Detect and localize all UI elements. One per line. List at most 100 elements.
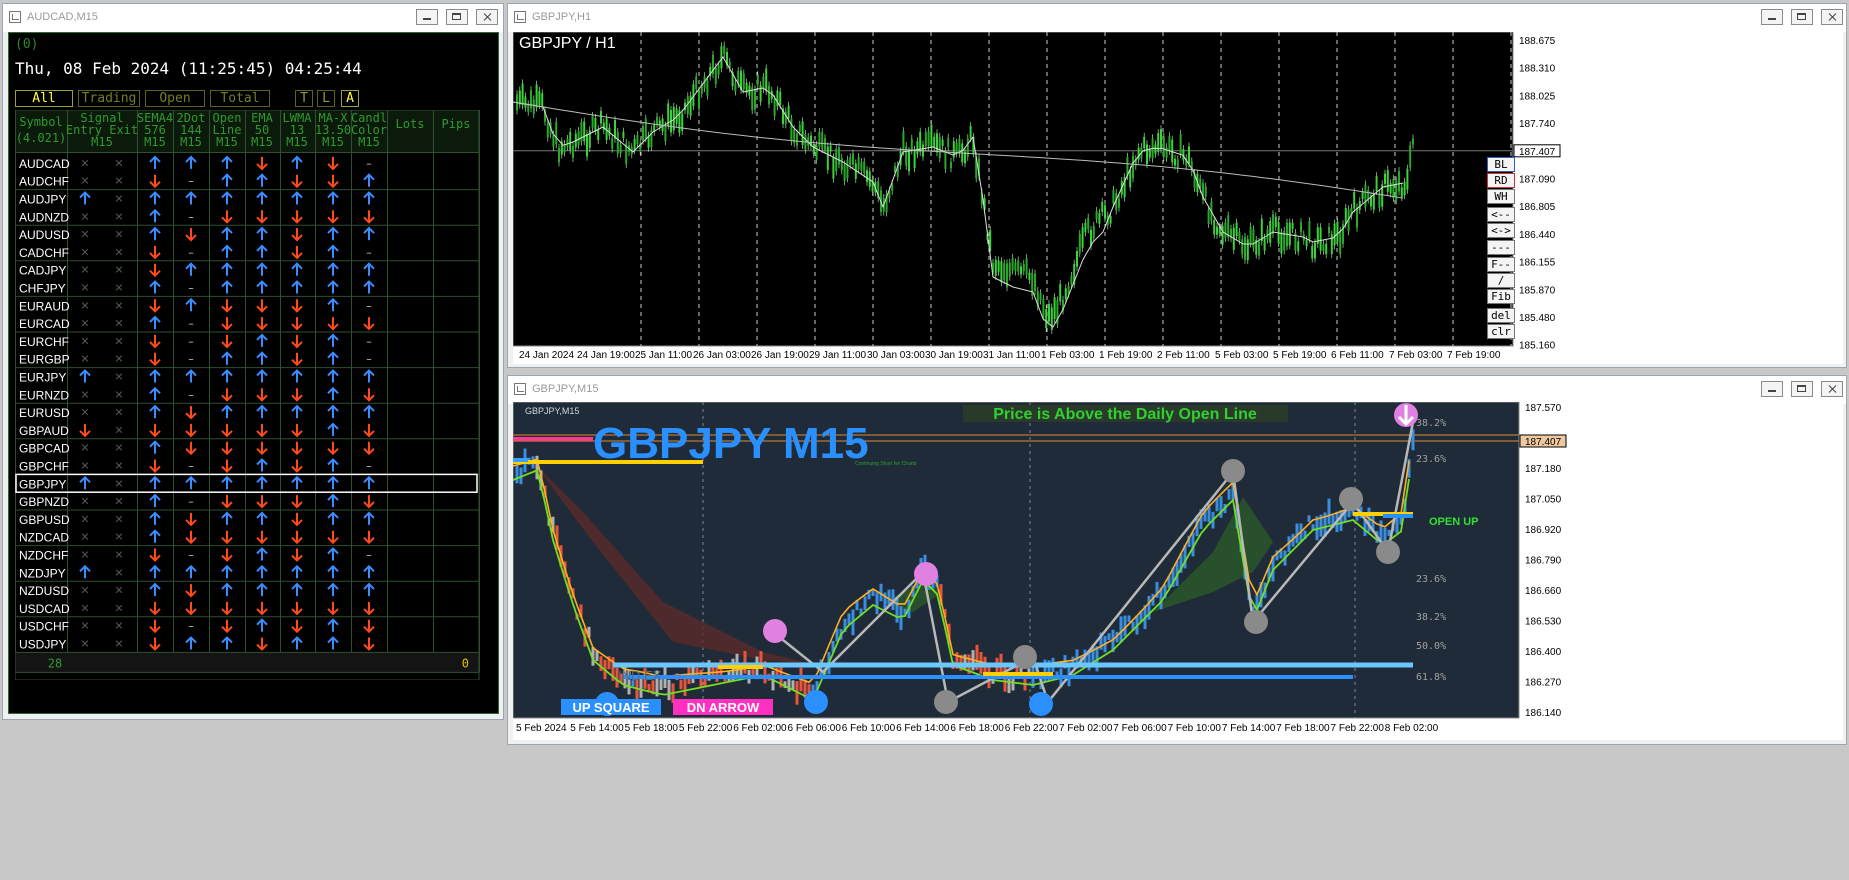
fib-button[interactable]: Fib <box>1487 289 1515 304</box>
table-row[interactable]: USDCAD ✕ ✕ <box>19 601 375 616</box>
minimize-button[interactable] <box>416 9 438 25</box>
toggle-l-button[interactable]: L <box>317 90 335 107</box>
table-row[interactable]: CHFJPY ✕ ✕ – <box>19 280 375 296</box>
ray-both-button[interactable]: <-> <box>1487 223 1515 238</box>
table-row[interactable]: AUDUSD ✕ ✕ <box>15 224 479 242</box>
table-row[interactable]: EURJPY ✕ <box>15 367 479 385</box>
table-row[interactable]: GBPNZD ✕ ✕ – <box>19 493 375 509</box>
h1-candle-body <box>535 84 538 108</box>
toggle-t-button[interactable]: T <box>295 90 313 107</box>
delete-button[interactable]: del <box>1487 308 1515 323</box>
filter-open-button[interactable]: Open <box>145 90 205 107</box>
down-arrow-icon <box>291 334 303 349</box>
red-color-button[interactable]: RD <box>1487 173 1515 188</box>
up-arrow-icon <box>221 369 233 383</box>
table-row[interactable]: CADJPY ✕ ✕ <box>15 260 479 278</box>
table-row[interactable]: AUDJPY ✕ <box>15 189 479 207</box>
table-row[interactable]: CADCHF ✕ ✕ – – <box>19 244 372 260</box>
h1-candle-body <box>1084 222 1087 233</box>
close-button[interactable] <box>1821 381 1843 397</box>
h1-candle-body <box>930 124 933 149</box>
up-arrow-icon <box>363 511 375 525</box>
h1-candle-body <box>591 115 594 128</box>
close-button[interactable] <box>476 9 498 25</box>
m15-price-tick: 186.400 <box>1525 647 1562 658</box>
h1-candle-body <box>521 83 524 106</box>
dashboard-titlebar[interactable]: AUDCAD,M15 <box>3 4 503 32</box>
table-row[interactable]: GBPJPY ✕ <box>15 473 479 493</box>
table-row[interactable]: USDCHF ✕ ✕ – <box>15 616 479 634</box>
window-title: GBPJPY,H1 <box>532 11 592 23</box>
trendline-button[interactable]: / <box>1487 273 1515 288</box>
filter-trading-button[interactable]: Trading <box>78 90 140 107</box>
row-symbol: AUDJPY <box>19 193 66 207</box>
h1-candle-body <box>759 85 762 102</box>
white-color-button[interactable]: WH <box>1487 189 1515 204</box>
cross-icon: ✕ <box>114 353 123 366</box>
table-row[interactable]: GBPCHF ✕ ✕ – – <box>19 458 372 474</box>
cross-icon: ✕ <box>80 335 89 348</box>
down-arrow-icon <box>291 459 303 473</box>
table-row[interactable]: EURGBP ✕ ✕ – – <box>19 351 372 367</box>
h1-candle-body <box>742 73 745 90</box>
table-row[interactable]: GBPAUD ✕ <box>19 422 375 438</box>
table-row[interactable]: NZDUSD ✕ ✕ <box>15 580 479 598</box>
row-symbol: AUDNZD <box>19 210 69 224</box>
h1-candle-body <box>717 65 720 75</box>
table-row[interactable]: AUDNZD ✕ ✕ – <box>19 208 375 224</box>
fline-button[interactable]: F-- <box>1487 257 1515 272</box>
ray-left-button[interactable]: <-- <box>1487 207 1515 222</box>
h1-price-chart[interactable]: 24 Jan 2024 24 Jan 19:00 25 Jan 11:00 26 Ja… <box>513 32 1843 364</box>
h1-candle-body <box>1398 171 1400 192</box>
dash-mark: – <box>188 210 194 223</box>
maximize-button[interactable] <box>1791 381 1813 397</box>
down-arrow-icon <box>291 299 303 313</box>
h1-candle-body <box>1297 241 1300 252</box>
maximize-button[interactable] <box>446 9 468 25</box>
table-row[interactable]: NZDCAD ✕ ✕ <box>19 529 375 545</box>
filter-all-button[interactable]: All <box>15 90 73 107</box>
h1-price-tick: 186.155 <box>1519 258 1556 269</box>
row-symbol: EURNZD <box>19 388 69 402</box>
maximize-button[interactable] <box>1791 9 1813 25</box>
down-arrow-icon <box>363 619 375 634</box>
table-row[interactable]: EURAUD ✕ ✕ – <box>15 295 479 313</box>
table-row[interactable]: GBPUSD ✕ ✕ <box>15 509 479 527</box>
table-row[interactable]: EURNZD ✕ ✕ – <box>19 386 375 402</box>
toggle-a-button[interactable]: A <box>341 90 359 107</box>
h1-candle-body <box>994 259 997 276</box>
down-arrow-icon <box>185 601 197 616</box>
m15-time-tick: 5 Feb 18:00 <box>625 723 679 734</box>
h1-candle-body <box>997 260 1000 272</box>
table-row[interactable]: EURCAD ✕ ✕ – <box>19 315 375 331</box>
table-row[interactable]: AUDCAD ✕ ✕ – <box>19 155 372 171</box>
hline-button[interactable]: --- <box>1487 240 1515 255</box>
table-row[interactable]: AUDCHF ✕ ✕ – <box>19 173 375 189</box>
m15-titlebar[interactable]: GBPJPY,M15 <box>508 376 1846 404</box>
up-arrow-icon <box>291 191 303 205</box>
table-row[interactable]: EURCHF ✕ ✕ – – <box>15 331 479 349</box>
m15-price-chart[interactable]: 5 Feb 2024 5 Feb 14:00 5 Feb 18:00 5 Feb 22… <box>513 402 1843 740</box>
table-row[interactable]: NZDJPY ✕ <box>19 564 375 580</box>
cross-icon: ✕ <box>114 299 123 312</box>
down-arrow-icon <box>149 619 161 634</box>
blue-color-button[interactable]: BL <box>1487 157 1515 172</box>
h1-candle-body <box>1042 298 1045 317</box>
table-row[interactable]: NZDCHF ✕ ✕ – – <box>15 545 479 563</box>
filter-total-button[interactable]: Total <box>210 90 270 107</box>
h1-price-tick: 187.740 <box>1519 119 1556 130</box>
table-row[interactable]: EURUSD ✕ ✕ <box>15 402 479 420</box>
dashboard-panel: (0) Thu, 08 Feb 2024 (11:25:45) 04:25:44… <box>8 32 499 714</box>
h1-time-tick: 1 Feb 19:00 <box>1099 350 1153 361</box>
close-button[interactable] <box>1821 9 1843 25</box>
h1-candle-body <box>1204 186 1207 197</box>
h1-candle-body <box>1154 144 1157 154</box>
clear-button[interactable]: clr <box>1487 324 1515 339</box>
h1-candle-body <box>1174 158 1176 166</box>
up-arrow-icon <box>327 333 339 347</box>
table-row[interactable]: USDJPY ✕ ✕ <box>19 636 375 652</box>
table-row[interactable]: GBPCAD ✕ ✕ <box>15 438 479 456</box>
h1-titlebar[interactable]: GBPJPY,H1 <box>508 4 1846 32</box>
minimize-button[interactable] <box>1761 9 1783 25</box>
minimize-button[interactable] <box>1761 381 1783 397</box>
